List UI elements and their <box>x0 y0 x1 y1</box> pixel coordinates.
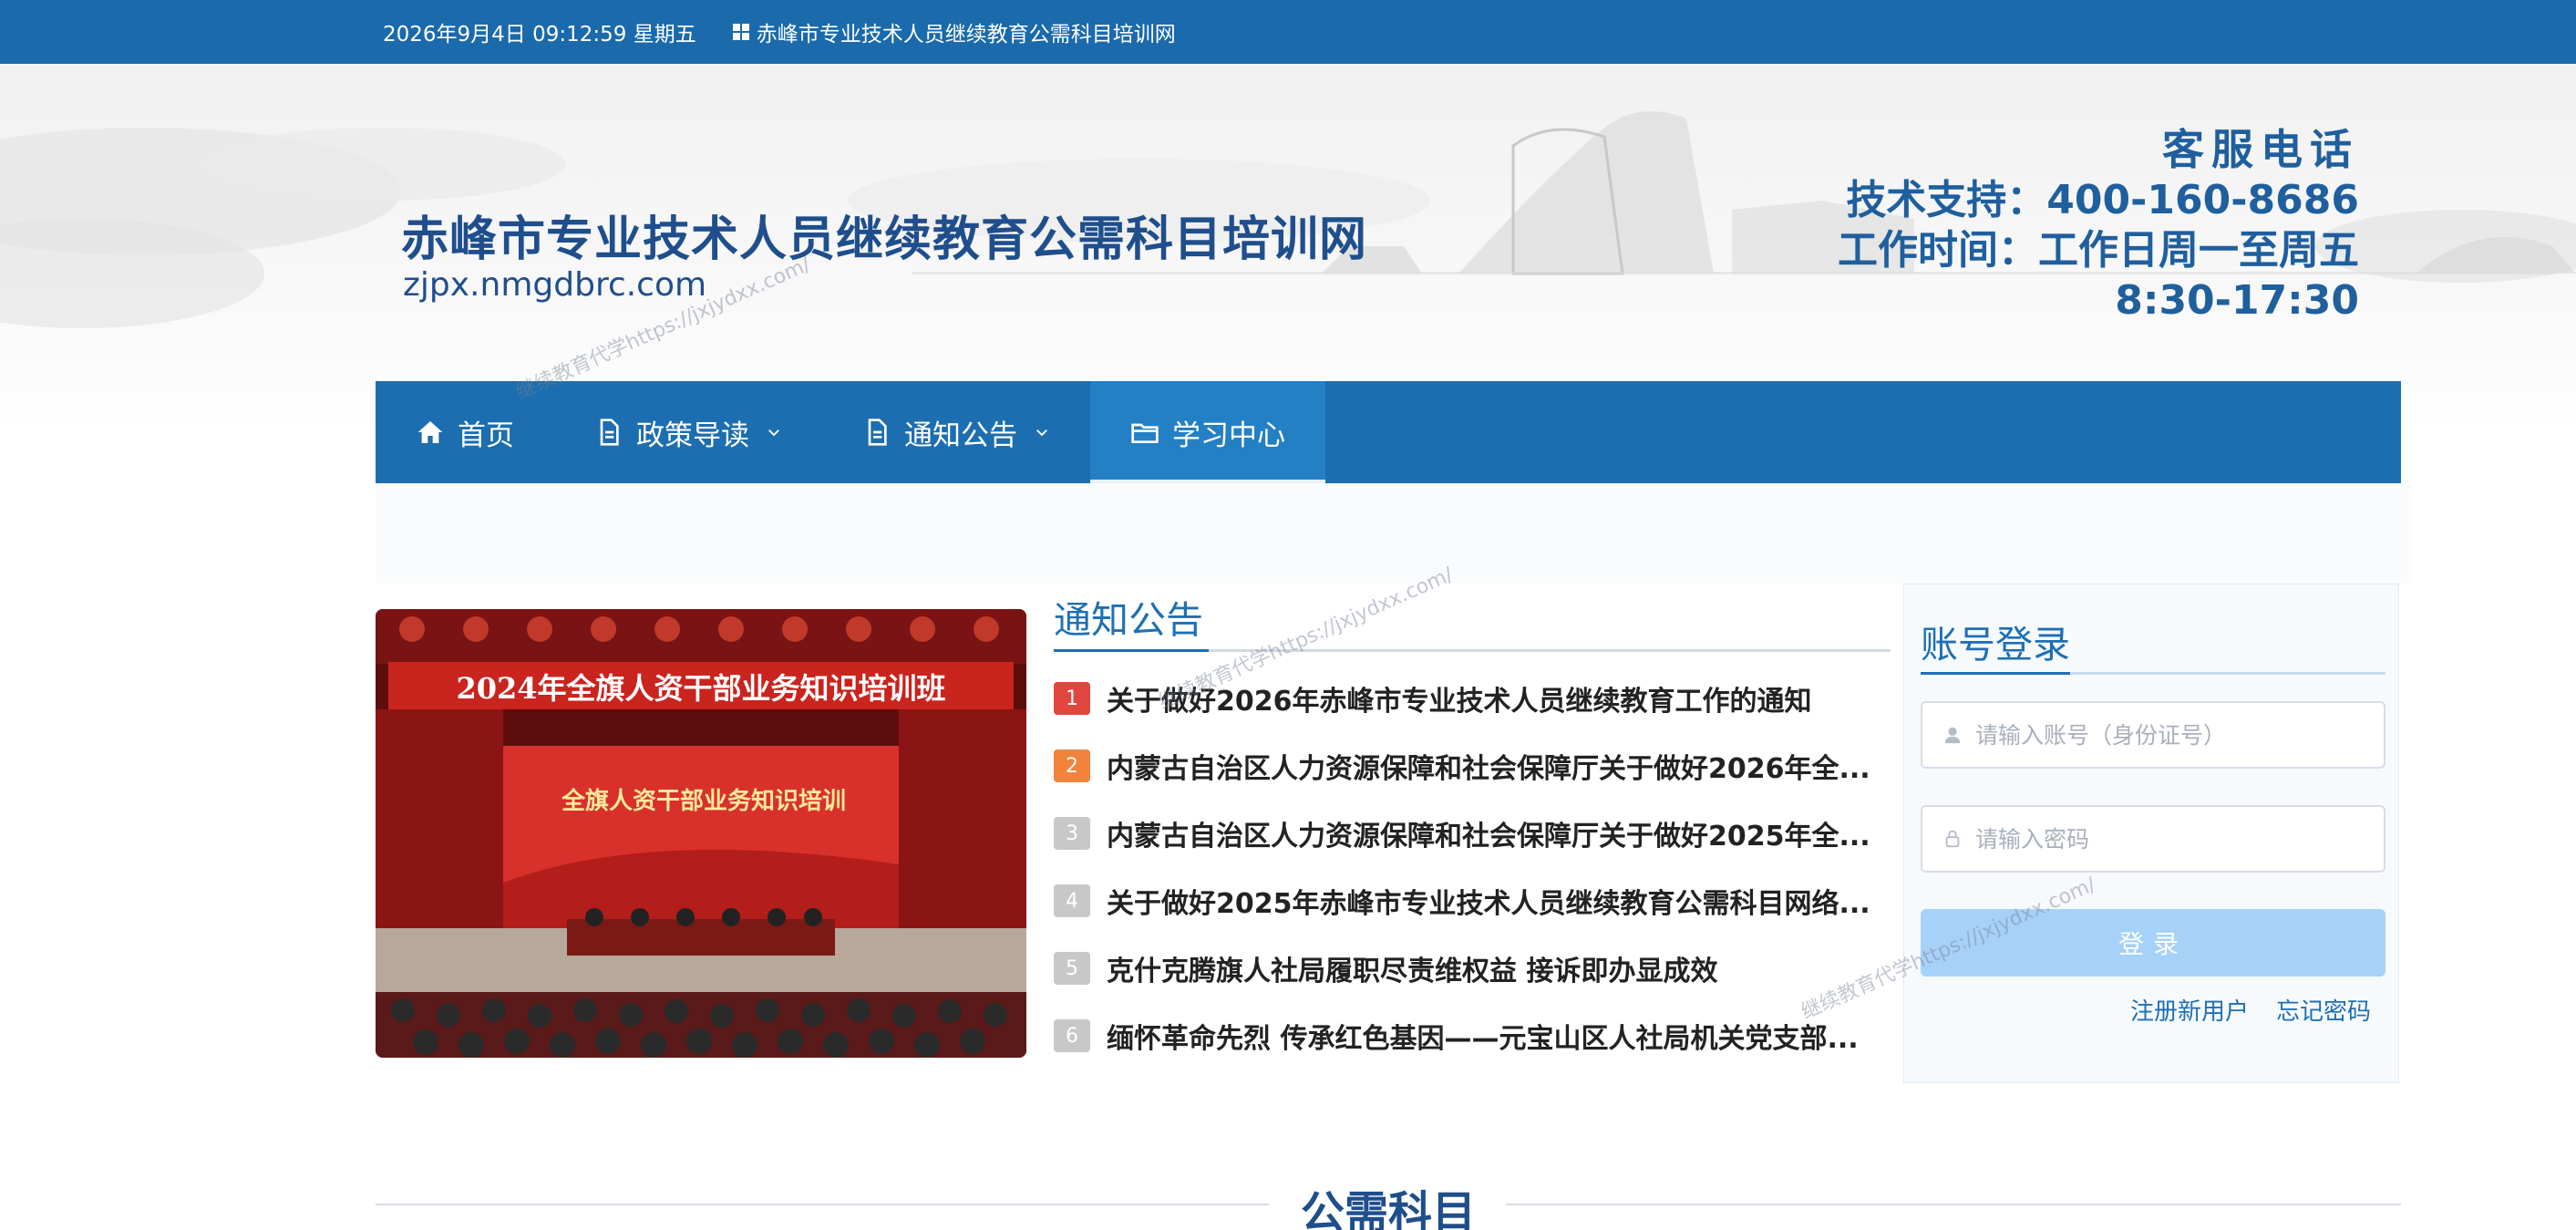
site-domain: zjpx.nmgdbrc.com <box>403 266 707 304</box>
document-icon <box>600 419 619 446</box>
news-carousel-image[interactable]: 2024年全旗人资干部业务知识培训班 全旗人资干部业务知识培训 <box>376 609 1026 1058</box>
public-courses-section-heading: 公需科目 <box>376 1176 2401 1230</box>
list-item[interactable]: 5 克什克腾旗人社局履职尽责维权益 接诉即办显成效 <box>1054 935 1891 1002</box>
list-item[interactable]: 3 内蒙古自治区人力资源保障和社会保障厅关于做好2025年全... <box>1054 800 1891 867</box>
rank-badge: 1 <box>1054 682 1090 715</box>
home-icon <box>417 421 443 443</box>
site-title: 赤峰市专业技术人员继续教育公需科目培训网 <box>401 212 1368 267</box>
section-title: 公需科目 <box>1300 1187 1476 1230</box>
photo-screen-text: 全旗人资干部业务知识培训 <box>561 788 846 815</box>
site-header: 赤峰市专业技术人员继续教育公需科目培训网 zjpx.nmgdbrc.com 客服… <box>0 64 2576 429</box>
rank-badge: 2 <box>1054 749 1090 782</box>
user-icon <box>1944 727 1961 744</box>
notice-link[interactable]: 关于做好2025年赤峰市专业技术人员继续教育公需科目网络... <box>1107 881 1881 921</box>
chevron-down-icon <box>768 429 779 437</box>
service-title: 客服电话 <box>2162 125 2359 174</box>
login-title: 账号登录 <box>1921 623 2070 667</box>
nav-policy[interactable]: 政策导读 <box>554 381 822 483</box>
password-input[interactable] <box>1975 825 2376 853</box>
notice-panel: 通知公告 1 关于做好2026年赤峰市专业技术人员继续教育工作的通知 2 内蒙古… <box>1054 591 1891 1070</box>
username-input[interactable] <box>1975 721 2376 749</box>
rank-badge: 6 <box>1054 1019 1090 1052</box>
login-title-divider <box>1921 672 2385 675</box>
customer-service-info: 客服电话 技术支持：400-160-8686 工作时间：工作日周一至周五 8:3… <box>1838 124 2359 326</box>
banner-spacer <box>376 483 2412 584</box>
nav-policy-label: 政策导读 <box>636 419 749 452</box>
list-item[interactable]: 4 关于做好2025年赤峰市专业技术人员继续教育公需科目网络... <box>1054 867 1891 935</box>
notice-title-divider <box>1054 649 1891 652</box>
folder-icon <box>1131 423 1159 443</box>
topbar-site-link[interactable]: 赤峰市专业技术人员继续教育公需科目培训网 <box>732 16 1176 47</box>
rank-badge: 5 <box>1054 952 1090 985</box>
working-hours-time: 8:30-17:30 <box>2115 277 2359 324</box>
main-nav: 首页 政策导读 通知公告 学习中心 <box>376 381 2401 483</box>
lock-icon <box>1945 830 1960 848</box>
notice-list: 1 关于做好2026年赤峰市专业技术人员继续教育工作的通知 2 内蒙古自治区人力… <box>1054 665 1891 1070</box>
current-datetime: 2026年9月4日 09:12:59 星期五 <box>383 23 696 47</box>
support-phone: 技术支持：400-160-8686 <box>1846 177 2359 223</box>
notice-link[interactable]: 内蒙古自治区人力资源保障和社会保障厅关于做好2026年全... <box>1107 746 1881 786</box>
nav-study-center[interactable]: 学习中心 <box>1090 381 1325 483</box>
register-link[interactable]: 注册新用户 <box>2130 993 2249 1027</box>
forgot-password-link[interactable]: 忘记密码 <box>2276 993 2371 1027</box>
list-item[interactable]: 2 内蒙古自治区人力资源保障和社会保障厅关于做好2026年全... <box>1054 732 1891 800</box>
notice-link[interactable]: 缅怀革命先烈 传承红色基因——元宝山区人社局机关党支部... <box>1107 1016 1881 1056</box>
top-bar: 2026年9月4日 09:12:59 星期五 赤峰市专业技术人员继续教育公需科目… <box>0 0 2576 64</box>
photo-banner-text: 2024年全旗人资干部业务知识培训班 <box>456 671 946 706</box>
chevron-down-icon <box>1036 429 1047 437</box>
notice-title[interactable]: 通知公告 <box>1054 591 1891 649</box>
nav-study-label: 学习中心 <box>1172 419 1285 452</box>
login-links: 注册新用户 忘记密码 <box>2130 993 2371 1027</box>
nav-home-label: 首页 <box>458 419 514 452</box>
topbar-site-name: 赤峰市专业技术人员继续教育公需科目培训网 <box>756 23 1176 47</box>
notice-link[interactable]: 内蒙古自治区人力资源保障和社会保障厅关于做好2025年全... <box>1107 813 1881 853</box>
nav-notice-label: 通知公告 <box>904 419 1017 452</box>
notice-link[interactable]: 克什克腾旗人社局履职尽责维权益 接诉即办显成效 <box>1107 948 1881 988</box>
rank-badge: 3 <box>1054 817 1090 850</box>
grid-icon <box>732 24 749 40</box>
username-field[interactable] <box>1921 701 2385 769</box>
nav-notice[interactable]: 通知公告 <box>822 381 1090 483</box>
password-field[interactable] <box>1921 805 2385 873</box>
document-icon <box>868 419 887 446</box>
rank-badge: 4 <box>1054 884 1090 917</box>
login-panel: 账号登录 登录 注册新用户 忘记密码 <box>1903 584 2399 1083</box>
list-item[interactable]: 6 缅怀革命先烈 传承红色基因——元宝山区人社局机关党支部... <box>1054 1002 1891 1070</box>
working-hours-label: 工作时间：工作日周一至周五 <box>1838 227 2359 274</box>
